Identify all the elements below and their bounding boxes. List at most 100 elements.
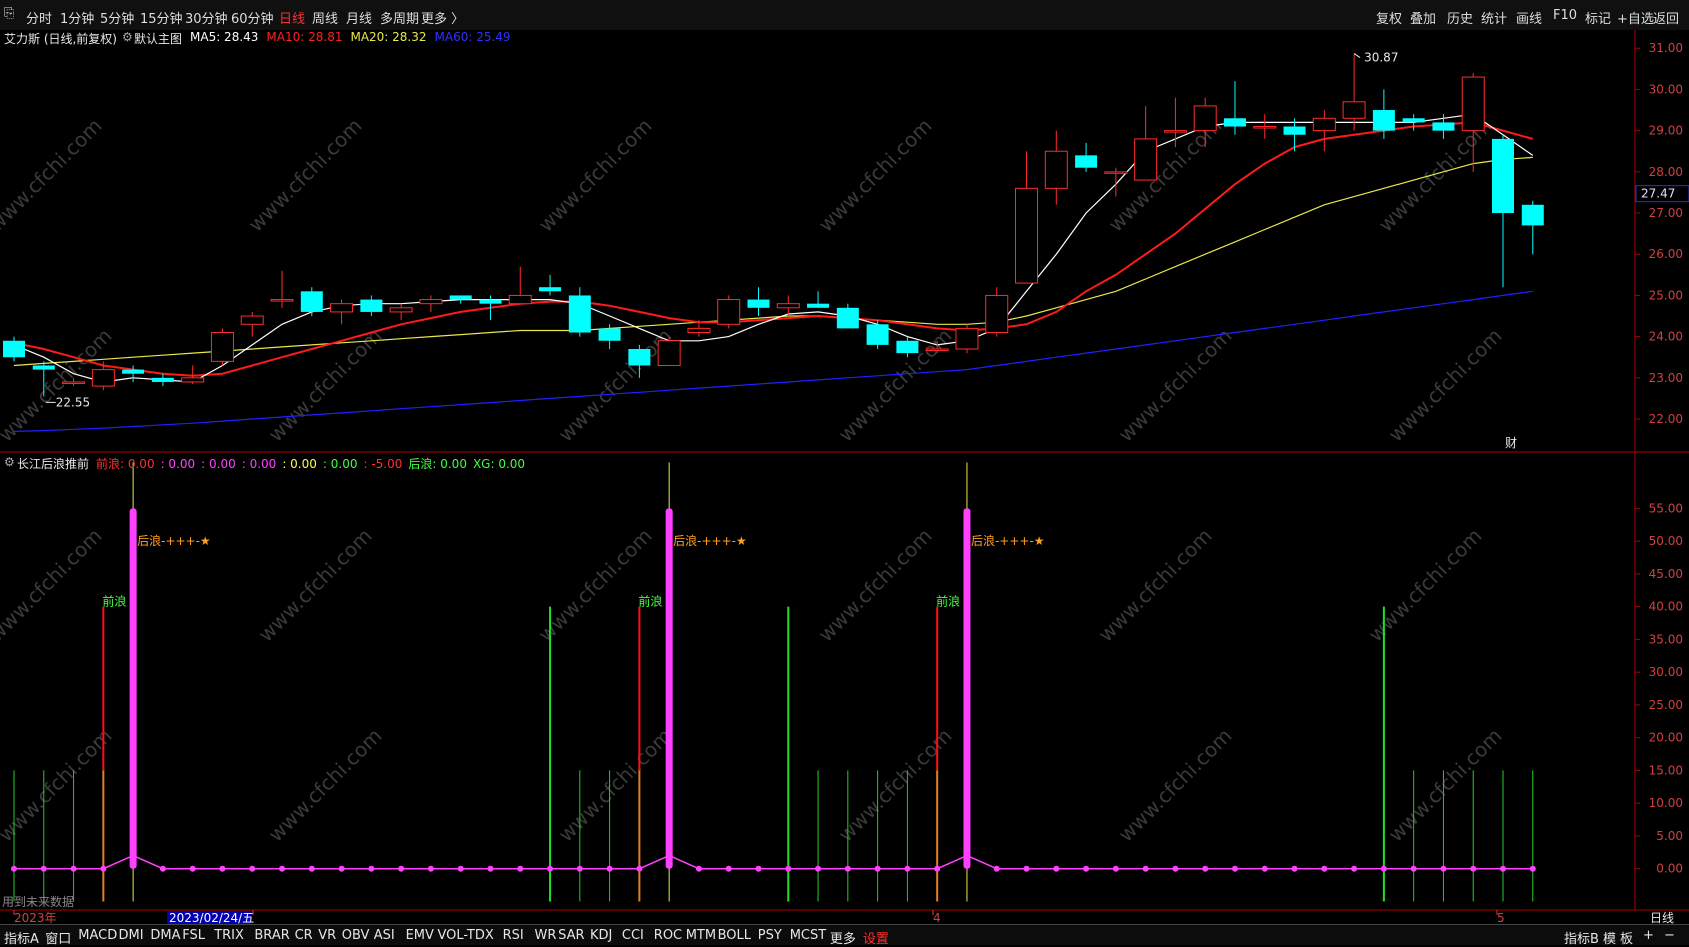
candle-body [687, 327, 711, 334]
indicator-tab-0[interactable]: 指标A [4, 928, 39, 947]
indicator-tab-23[interactable]: MCST [790, 928, 827, 943]
toolbar-button-1[interactable]: 叠加 [1410, 8, 1436, 27]
baseline-dot [517, 865, 524, 872]
toolbar-button-5[interactable]: F10 [1553, 8, 1577, 23]
baseline-dot [130, 852, 137, 859]
period-tab-8[interactable]: 月线 [346, 8, 372, 27]
indicator-tab-5[interactable]: FSL [182, 928, 205, 943]
indicator-tab-15[interactable]: WR [535, 928, 557, 943]
indicator-tab-3[interactable]: DMI [119, 928, 144, 943]
ind-y-tick-label: 40.00 [1649, 600, 1683, 614]
indicator-tab-12[interactable]: EMV [406, 928, 434, 943]
candle-body [1372, 110, 1395, 131]
period-tab-2[interactable]: 5分钟 [100, 8, 134, 27]
indicator-tab-11[interactable]: ASI [374, 928, 395, 943]
baseline-dot [844, 865, 851, 872]
candle-body [568, 295, 591, 333]
toolbar-button-0[interactable]: 复权 [1376, 8, 1402, 27]
candle-body [1461, 76, 1485, 132]
period-tab-7[interactable]: 周线 [312, 8, 338, 27]
baseline-dot [1529, 865, 1536, 872]
indicator-value-4: : 0.00 [282, 457, 317, 471]
main-indicator-label[interactable]: 默认主图 [134, 30, 182, 47]
ma-label-2: MA20: 28.32 [350, 30, 427, 44]
baseline-dot [457, 865, 464, 872]
toolbar-button-6[interactable]: 标记 [1585, 8, 1611, 27]
candle-body [1134, 138, 1158, 181]
ind-y-tick-label: 55.00 [1649, 501, 1683, 515]
indicator-tab-25[interactable]: 设置 [863, 928, 889, 947]
indicator-tab-1[interactable]: 窗口 [45, 928, 71, 947]
period-tab-4[interactable]: 30分钟 [185, 8, 228, 27]
indicator-tab-16[interactable]: SAR [558, 928, 584, 943]
baseline-dot [636, 865, 643, 872]
candle-body [360, 299, 383, 312]
baseline-dot [1083, 865, 1090, 872]
y-tick-label: 30.00 [1649, 82, 1683, 96]
settings-icon[interactable]: ⚙ [122, 30, 133, 44]
period-label: 日线 [1650, 911, 1674, 924]
high-price-label: 30.87 [1364, 51, 1398, 65]
indicator-title[interactable]: 长江后浪推前 [17, 455, 89, 472]
period-tab-3[interactable]: 15分钟 [140, 8, 183, 27]
ind-y-tick-label: 20.00 [1649, 731, 1683, 745]
indicator-tab-10[interactable]: OBV [342, 928, 370, 943]
right-tab-3[interactable]: + [1643, 928, 1654, 943]
settings-icon[interactable]: ⚙ [4, 455, 15, 469]
indicator-tab-2[interactable]: MACD [78, 928, 117, 943]
candle-body [1075, 155, 1098, 168]
candle-body [3, 340, 25, 358]
indicator-tab-9[interactable]: VR [318, 928, 336, 943]
candle-body [122, 369, 145, 374]
ind-y-tick-label: 5.00 [1656, 829, 1683, 843]
baseline-dot [189, 865, 196, 872]
period-tab-6[interactable]: 日线 [279, 8, 305, 27]
candle-body [1163, 130, 1187, 133]
baseline-dot [934, 865, 941, 872]
window-icon[interactable]: ⎘ [4, 6, 14, 21]
ind-y-tick-label: 0.00 [1656, 862, 1683, 876]
period-tab-1[interactable]: 1分钟 [60, 8, 94, 27]
y-tick-label: 22.00 [1649, 412, 1683, 426]
indicator-tab-21[interactable]: BOLL [718, 928, 751, 943]
indicator-tab-17[interactable]: KDJ [590, 928, 612, 943]
toolbar-button-8[interactable]: 返回 [1653, 8, 1679, 27]
indicator-tab-22[interactable]: PSY [758, 928, 782, 943]
baseline-dot [368, 865, 375, 872]
period-tab-5[interactable]: 60分钟 [231, 8, 274, 27]
period-tab-10[interactable]: 更多 〉 [421, 8, 464, 27]
y-tick-label: 23.00 [1649, 371, 1683, 385]
baseline-dot [1172, 865, 1179, 872]
indicator-tab-6[interactable]: TRIX [214, 928, 244, 943]
right-tab-1[interactable]: 模 [1603, 928, 1616, 947]
front-wave-label: 前浪 [102, 594, 126, 609]
financial-marker: 财 [1505, 436, 1517, 450]
candle-body [1342, 101, 1366, 119]
period-tab-0[interactable]: 分时 [26, 8, 52, 27]
toolbar-button-3[interactable]: 统计 [1481, 8, 1507, 27]
indicator-tab-4[interactable]: DMA [150, 928, 180, 943]
indicator-tab-20[interactable]: MTM [686, 928, 716, 943]
indicator-tab-13[interactable]: VOL-TDX [438, 928, 494, 943]
right-tab-0[interactable]: 指标B [1564, 928, 1599, 947]
right-tab-4[interactable]: − [1664, 928, 1675, 943]
period-tab-9[interactable]: 多周期 [380, 8, 419, 27]
toolbar-button-7[interactable]: +自选 [1617, 8, 1654, 27]
indicator-legend: 前浪: 0.00: 0.00: 0.00: 0.00: 0.00: 0.00: … [96, 455, 531, 472]
indicator-tabs: 指标A 窗口 MACD DMI DMA FSL TRIX BRAR CR VR OBV ASI EMV V… [0, 924, 1689, 947]
indicator-tab-24[interactable]: 更多 [830, 928, 856, 947]
indicator-tab-8[interactable]: CR [295, 928, 313, 943]
baseline-dot [1440, 865, 1447, 872]
toolbar-button-4[interactable]: 画线 [1516, 8, 1542, 27]
candle-body [1432, 122, 1455, 131]
indicator-tab-7[interactable]: BRAR [254, 928, 289, 943]
candle-body [449, 295, 472, 300]
candle-body [628, 349, 651, 366]
indicator-tab-18[interactable]: CCI [622, 928, 644, 943]
period-toolbar: 分时 1分钟 5分钟 15分钟 30分钟 60分钟 日线 周线 月线 多周期 更多 〉 ⎘ 复权 叠加 历史… [0, 0, 1689, 31]
indicator-tab-19[interactable]: ROC [654, 928, 682, 943]
toolbar-button-2[interactable]: 历史 [1447, 8, 1473, 27]
indicator-tab-14[interactable]: RSI [503, 928, 524, 943]
indicator-value-1: : 0.00 [160, 457, 196, 471]
right-tab-2[interactable]: 板 [1620, 928, 1633, 947]
